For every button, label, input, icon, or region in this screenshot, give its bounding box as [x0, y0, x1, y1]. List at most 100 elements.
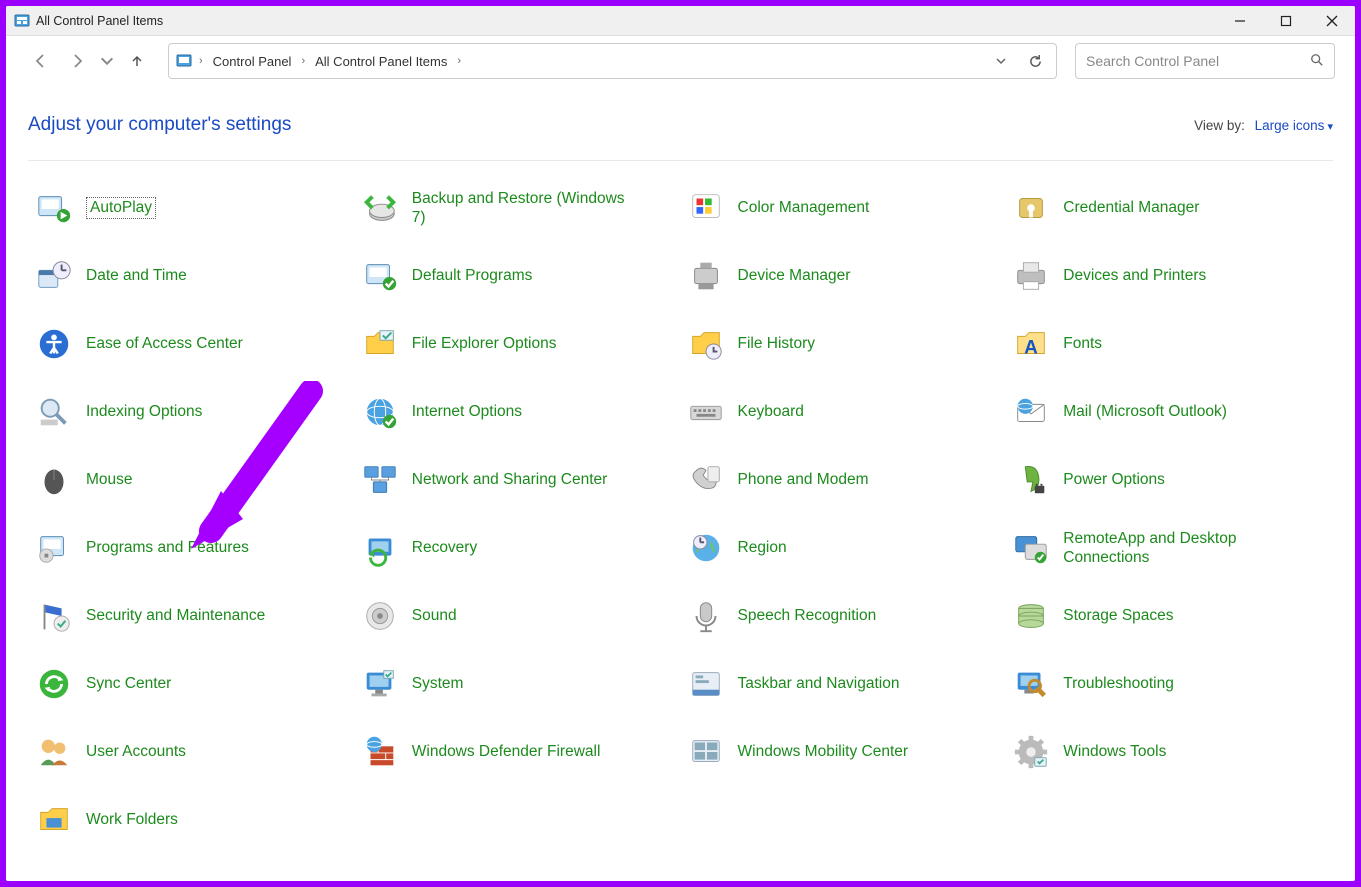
cpl-item-devprint[interactable]: Devices and Printers	[1011, 255, 1327, 297]
cpl-item-trouble[interactable]: Troubleshooting	[1011, 663, 1327, 705]
cpl-item-label: Windows Tools	[1063, 742, 1166, 761]
firewall-icon	[360, 732, 400, 772]
cpl-item-fileexp[interactable]: File Explorer Options	[360, 323, 676, 365]
chevron-right-icon[interactable]: ›	[455, 55, 463, 67]
indexing-icon	[34, 392, 74, 432]
credential-icon	[1011, 188, 1051, 228]
cpl-item-fonts[interactable]: AFonts	[1011, 323, 1327, 365]
cpl-item-label: Speech Recognition	[738, 606, 877, 625]
cpl-item-indexing[interactable]: Indexing Options	[34, 391, 350, 433]
cpl-item-devicemgr[interactable]: Device Manager	[686, 255, 1002, 297]
sound-icon	[360, 596, 400, 636]
cpl-item-color[interactable]: Color Management	[686, 187, 1002, 229]
minimize-button[interactable]	[1217, 6, 1263, 36]
refresh-button[interactable]	[1020, 54, 1050, 69]
recent-dropdown[interactable]	[98, 46, 116, 76]
control-panel-icon	[14, 13, 30, 29]
cpl-item-mouse[interactable]: Mouse	[34, 459, 350, 501]
back-button[interactable]	[26, 46, 56, 76]
cpl-item-label: Troubleshooting	[1063, 674, 1174, 693]
close-button[interactable]	[1309, 6, 1355, 36]
power-icon	[1011, 460, 1051, 500]
keyboard-icon	[686, 392, 726, 432]
cpl-item-datetime[interactable]: Date and Time	[34, 255, 350, 297]
cpl-item-taskbar[interactable]: Taskbar and Navigation	[686, 663, 1002, 705]
cpl-item-firewall[interactable]: Windows Defender Firewall	[360, 731, 676, 773]
chevron-right-icon[interactable]: ›	[197, 55, 205, 67]
region-icon	[686, 528, 726, 568]
cpl-item-internet[interactable]: Internet Options	[360, 391, 676, 433]
cpl-item-phone[interactable]: Phone and Modem	[686, 459, 1002, 501]
cpl-item-label: Mail (Microsoft Outlook)	[1063, 402, 1227, 421]
cpl-item-region[interactable]: Region	[686, 527, 1002, 569]
mobility-icon	[686, 732, 726, 772]
cpl-item-programs[interactable]: Programs and Features	[34, 527, 350, 569]
phone-icon	[686, 460, 726, 500]
cpl-item-credential[interactable]: Credential Manager	[1011, 187, 1327, 229]
cpl-item-autoplay[interactable]: AutoPlay	[34, 187, 350, 229]
cpl-item-workfolders[interactable]: Work Folders	[34, 799, 350, 841]
cpl-item-speech[interactable]: Speech Recognition	[686, 595, 1002, 637]
cpl-item-recovery[interactable]: Recovery	[360, 527, 676, 569]
cpl-item-label: User Accounts	[86, 742, 186, 761]
cpl-item-remoteapp[interactable]: RemoteApp and Desktop Connections	[1011, 527, 1327, 569]
autoplay-icon	[34, 188, 74, 228]
cpl-item-label: Internet Options	[412, 402, 522, 421]
fonts-icon: A	[1011, 324, 1051, 364]
workfolders-icon	[34, 800, 74, 840]
cpl-item-sound[interactable]: Sound	[360, 595, 676, 637]
cpl-item-label: Sync Center	[86, 674, 171, 693]
navbar: › Control Panel › All Control Panel Item…	[6, 36, 1355, 86]
titlebar: All Control Panel Items	[6, 6, 1355, 36]
maximize-button[interactable]	[1263, 6, 1309, 36]
cpl-item-label: Device Manager	[738, 266, 851, 285]
forward-button[interactable]	[62, 46, 92, 76]
window: All Control Panel Items › Control Panel …	[6, 6, 1355, 881]
cpl-item-sync[interactable]: Sync Center	[34, 663, 350, 705]
wintools-icon	[1011, 732, 1051, 772]
cpl-item-power[interactable]: Power Options	[1011, 459, 1327, 501]
address-dropdown[interactable]	[986, 55, 1016, 67]
security-icon	[34, 596, 74, 636]
items-grid: AutoPlayBackup and Restore (Windows 7)Co…	[28, 181, 1333, 847]
cpl-item-backup[interactable]: Backup and Restore (Windows 7)	[360, 187, 676, 229]
cpl-item-defaultprog[interactable]: Default Programs	[360, 255, 676, 297]
internet-icon	[360, 392, 400, 432]
cpl-item-users[interactable]: User Accounts	[34, 731, 350, 773]
cpl-item-mail[interactable]: Mail (Microsoft Outlook)	[1011, 391, 1327, 433]
cpl-item-label: Devices and Printers	[1063, 266, 1206, 285]
color-icon	[686, 188, 726, 228]
cpl-item-label: Recovery	[412, 538, 477, 557]
cpl-item-storage[interactable]: Storage Spaces	[1011, 595, 1327, 637]
chevron-right-icon[interactable]: ›	[299, 55, 307, 67]
cpl-item-security[interactable]: Security and Maintenance	[34, 595, 350, 637]
search-input[interactable]	[1086, 53, 1310, 69]
cpl-item-system[interactable]: System	[360, 663, 676, 705]
breadcrumb-seg[interactable]: Control Panel	[209, 52, 296, 71]
cpl-item-label: Programs and Features	[86, 538, 249, 557]
search-box[interactable]	[1075, 43, 1335, 79]
up-button[interactable]	[122, 46, 152, 76]
cpl-item-wintools[interactable]: Windows Tools	[1011, 731, 1327, 773]
speech-icon	[686, 596, 726, 636]
defaultprog-icon	[360, 256, 400, 296]
cpl-item-label: Date and Time	[86, 266, 187, 285]
storage-icon	[1011, 596, 1051, 636]
cpl-item-mobility[interactable]: Windows Mobility Center	[686, 731, 1002, 773]
svg-text:A: A	[1024, 338, 1038, 359]
cpl-item-filehist[interactable]: File History	[686, 323, 1002, 365]
cpl-item-label: Power Options	[1063, 470, 1165, 489]
system-icon	[360, 664, 400, 704]
cpl-item-label: Default Programs	[412, 266, 533, 285]
breadcrumb-seg[interactable]: All Control Panel Items	[311, 52, 451, 71]
page-title: Adjust your computer's settings	[28, 114, 291, 136]
cpl-item-network[interactable]: Network and Sharing Center	[360, 459, 676, 501]
cpl-item-ease[interactable]: Ease of Access Center	[34, 323, 350, 365]
cpl-item-label: File History	[738, 334, 816, 353]
search-icon	[1310, 53, 1324, 70]
trouble-icon	[1011, 664, 1051, 704]
address-bar[interactable]: › Control Panel › All Control Panel Item…	[168, 43, 1057, 79]
view-by-value[interactable]: Large icons	[1255, 118, 1333, 133]
cpl-item-label: Work Folders	[86, 810, 178, 829]
cpl-item-keyboard[interactable]: Keyboard	[686, 391, 1002, 433]
